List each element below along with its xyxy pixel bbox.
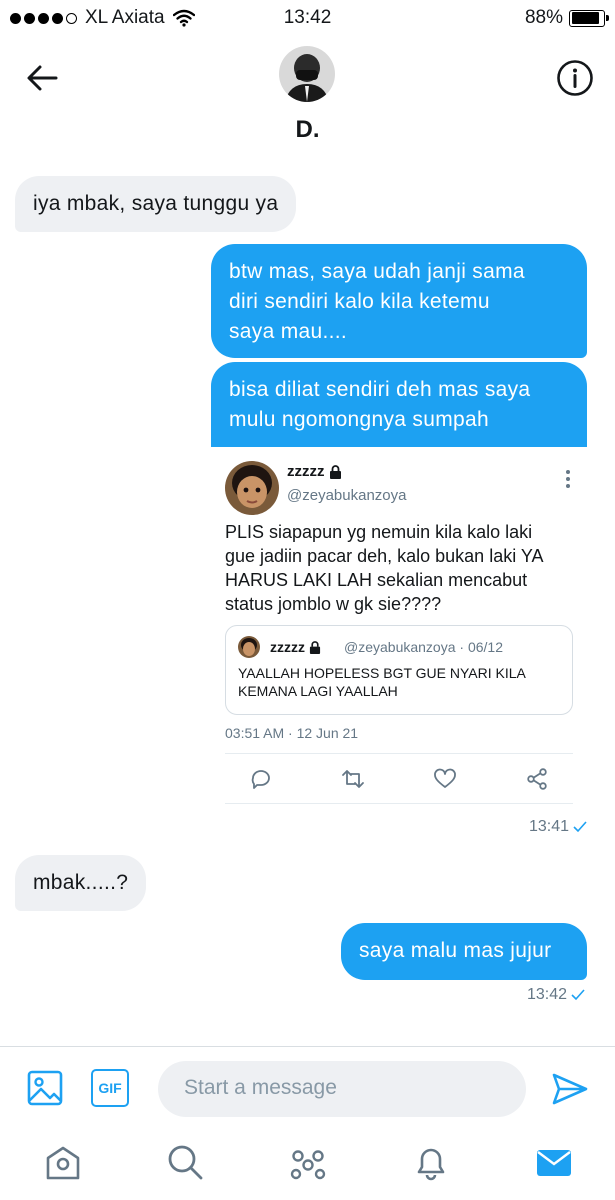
tweet-actions	[225, 765, 573, 795]
retweet-icon[interactable]	[341, 767, 365, 791]
message-text: mbak.....?	[33, 871, 129, 894]
gif-button[interactable]: GIF	[91, 1069, 129, 1107]
status-right: 88%	[524, 7, 609, 29]
quoted-line: KEMANA LAGI YAALLAH	[238, 683, 398, 699]
message-timestamp: 13:42	[527, 986, 585, 1004]
search-icon[interactable]	[165, 1142, 205, 1182]
message-time-text: 13:41	[529, 818, 570, 835]
shared-tweet-card[interactable]: zzzzz @zeyabukanzoya PLIS siapapun yg ne…	[211, 447, 587, 807]
gif-label: GIF	[98, 1080, 122, 1096]
lock-icon	[309, 640, 321, 654]
divider	[0, 1046, 615, 1047]
share-icon[interactable]	[525, 767, 549, 791]
message-line: saya mau....	[229, 320, 347, 343]
battery-percent: 88%	[524, 7, 563, 28]
spaces-icon[interactable]	[288, 1142, 328, 1182]
message-input[interactable]: Start a message	[158, 1061, 526, 1117]
checkmark-icon	[571, 989, 585, 1001]
tweet-author-name-text: zzzzz	[287, 463, 325, 480]
message-line: bisa diliat sendiri deh mas saya	[229, 378, 531, 401]
message-bubble-outgoing[interactable]: btw mas, saya udah janji sama diri sendi…	[211, 244, 587, 358]
messages-icon[interactable]	[534, 1142, 574, 1182]
message-bubble-incoming[interactable]: mbak.....?	[15, 855, 147, 911]
divider	[225, 803, 573, 804]
message-line: btw mas, saya udah janji sama	[229, 260, 525, 283]
like-icon[interactable]	[433, 767, 457, 791]
info-icon[interactable]	[555, 58, 595, 98]
tweet-author-name[interactable]: zzzzz	[287, 463, 342, 480]
message-bubble-incoming[interactable]: iya mbak, saya tunggu ya	[15, 176, 297, 232]
quoted-author-name-text: zzzzz	[270, 639, 305, 655]
battery-icon	[569, 9, 609, 27]
quoted-text: YAALLAH HOPELESS BGT GUE NYARI KILA KEMA…	[238, 664, 564, 700]
message-timestamp: 13:41	[529, 818, 587, 836]
divider	[225, 753, 573, 754]
contact-name[interactable]: D.	[0, 116, 615, 144]
contact-avatar[interactable]	[279, 46, 335, 102]
notifications-icon[interactable]	[411, 1142, 451, 1182]
status-bar: XL Axiata 13:42 88%	[0, 0, 615, 36]
tweet-line: gue jadiin pacar deh, kalo bukan laki YA	[225, 546, 544, 566]
tweet-line: HARUS LAKI LAH sekalian mencabut	[225, 570, 528, 590]
tweet-text: PLIS siapapun yg nemuin kila kalo laki g…	[225, 520, 575, 616]
message-text: iya mbak, saya tunggu ya	[33, 192, 279, 215]
tweet-author-handle: @zeyabukanzoya	[287, 487, 407, 504]
quoted-tweet[interactable]: zzzzz @zeyabukanzoya · 06/12 YAALLAH HOP…	[225, 625, 573, 715]
arrow-left-icon[interactable]	[22, 58, 62, 98]
status-time: 13:42	[283, 7, 332, 28]
message-line: mulu ngomongnya sumpah	[229, 408, 489, 431]
message-time-text: 13:42	[527, 986, 568, 1003]
tweet-line: status jomblo w gk sie????	[225, 594, 442, 614]
reply-icon[interactable]	[249, 767, 273, 791]
checkmark-icon	[573, 821, 587, 833]
quoted-author-avatar	[238, 636, 260, 658]
quoted-line: YAALLAH HOPELESS BGT GUE NYARI KILA	[238, 665, 526, 681]
conversation-header: D.	[0, 40, 615, 150]
image-icon[interactable]	[26, 1069, 64, 1107]
message-input-placeholder: Start a message	[184, 1076, 337, 1099]
tweet-line: PLIS siapapun yg nemuin kila kalo laki	[225, 522, 533, 542]
tweet-timestamp: 03:51 AM · 12 Jun 21	[225, 725, 359, 741]
home-icon[interactable]	[43, 1142, 83, 1182]
tweet-author-avatar[interactable]	[225, 461, 279, 515]
quoted-author-name: zzzzz	[270, 639, 321, 655]
more-options-icon[interactable]	[565, 469, 571, 489]
message-line: diri sendiri kalo kila ketemu	[229, 290, 490, 313]
quoted-handle-date: @zeyabukanzoya · 06/12	[344, 639, 503, 655]
message-bubble-outgoing[interactable]: saya malu mas jujur	[341, 923, 587, 980]
message-bubble-outgoing-with-tweet[interactable]: bisa diliat sendiri deh mas saya mulu ng…	[211, 362, 587, 447]
message-text: saya malu mas jujur	[359, 939, 552, 962]
send-icon[interactable]	[551, 1070, 589, 1108]
lock-icon	[329, 464, 341, 479]
